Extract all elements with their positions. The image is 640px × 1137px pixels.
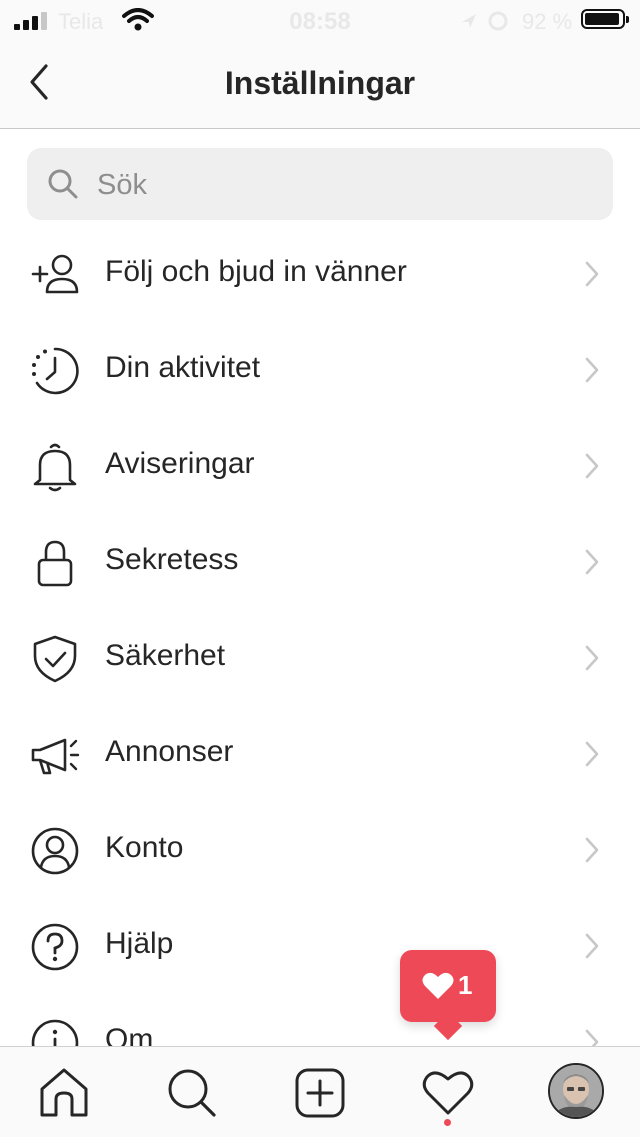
- menu-item-label: Sekretess: [105, 543, 239, 576]
- menu-item-account[interactable]: Konto: [0, 802, 640, 898]
- megaphone-icon: [31, 738, 80, 775]
- heart-icon: [422, 972, 454, 999]
- add-person-icon: [31, 254, 79, 294]
- battery-icon: [581, 9, 629, 29]
- add-post-icon: [295, 1068, 345, 1118]
- activity-clock-icon: [32, 347, 79, 395]
- menu-item-help[interactable]: Hjälp: [0, 898, 640, 994]
- menu-item-label: Din aktivitet: [105, 351, 261, 384]
- menu-item-label: Annonser: [105, 735, 234, 768]
- chevron-right-icon: [585, 837, 599, 863]
- account-circle-icon: [31, 827, 79, 875]
- menu-item-label: Säkerhet: [105, 639, 226, 672]
- help-circle-icon: [31, 923, 79, 971]
- bottom-tab-bar: [0, 1046, 640, 1137]
- tab-search[interactable]: [164, 1065, 220, 1121]
- tab-home[interactable]: [36, 1065, 92, 1121]
- search-bar[interactable]: [27, 148, 613, 220]
- tab-profile-avatar[interactable]: [548, 1063, 604, 1119]
- activity-heart-icon: [422, 1071, 474, 1115]
- battery-percent: 92 %: [522, 9, 573, 34]
- menu-item-label: Följ och bjud in vänner: [105, 255, 407, 288]
- navigation-header: Inställningar: [0, 40, 640, 129]
- home-icon: [40, 1068, 88, 1117]
- menu-item-privacy[interactable]: Sekretess: [0, 514, 640, 610]
- chevron-right-icon: [585, 933, 599, 959]
- chevron-right-icon: [585, 453, 599, 479]
- activity-indicator-dot: [444, 1119, 451, 1126]
- search-icon: [48, 169, 78, 199]
- menu-item-label: Aviseringar: [105, 447, 255, 480]
- menu-item-label: Hjälp: [105, 927, 174, 960]
- tab-new-post[interactable]: [292, 1065, 348, 1121]
- status-bar: Telia 08:58 92 %: [0, 0, 640, 40]
- menu-item-notifications[interactable]: Aviseringar: [0, 418, 640, 514]
- chevron-right-icon: [585, 645, 599, 671]
- profile-photo: [550, 1065, 602, 1117]
- settings-menu: Följ och bjud in vänner Din aktivitet Av…: [0, 226, 640, 1090]
- likes-notification-bubble[interactable]: 1: [400, 950, 496, 1041]
- location-alarm-icons: [462, 11, 508, 31]
- menu-item-follow-invite[interactable]: Följ och bjud in vänner: [0, 226, 640, 322]
- chevron-right-icon: [585, 549, 599, 575]
- menu-item-your-activity[interactable]: Din aktivitet: [0, 322, 640, 418]
- page-title: Inställningar: [224, 65, 416, 101]
- bell-icon: [33, 443, 77, 492]
- shield-check-icon: [33, 635, 77, 683]
- menu-item-ads[interactable]: Annonser: [0, 706, 640, 802]
- tab-activity[interactable]: [420, 1065, 476, 1121]
- menu-item-security[interactable]: Säkerhet: [0, 610, 640, 706]
- search-input[interactable]: [95, 160, 599, 210]
- chevron-right-icon: [585, 741, 599, 767]
- menu-item-label: Konto: [105, 831, 184, 864]
- chevron-right-icon: [585, 261, 599, 287]
- lock-icon: [37, 540, 73, 587]
- notification-count: 1: [458, 970, 473, 1000]
- search-icon: [168, 1069, 216, 1117]
- chevron-right-icon: [585, 357, 599, 383]
